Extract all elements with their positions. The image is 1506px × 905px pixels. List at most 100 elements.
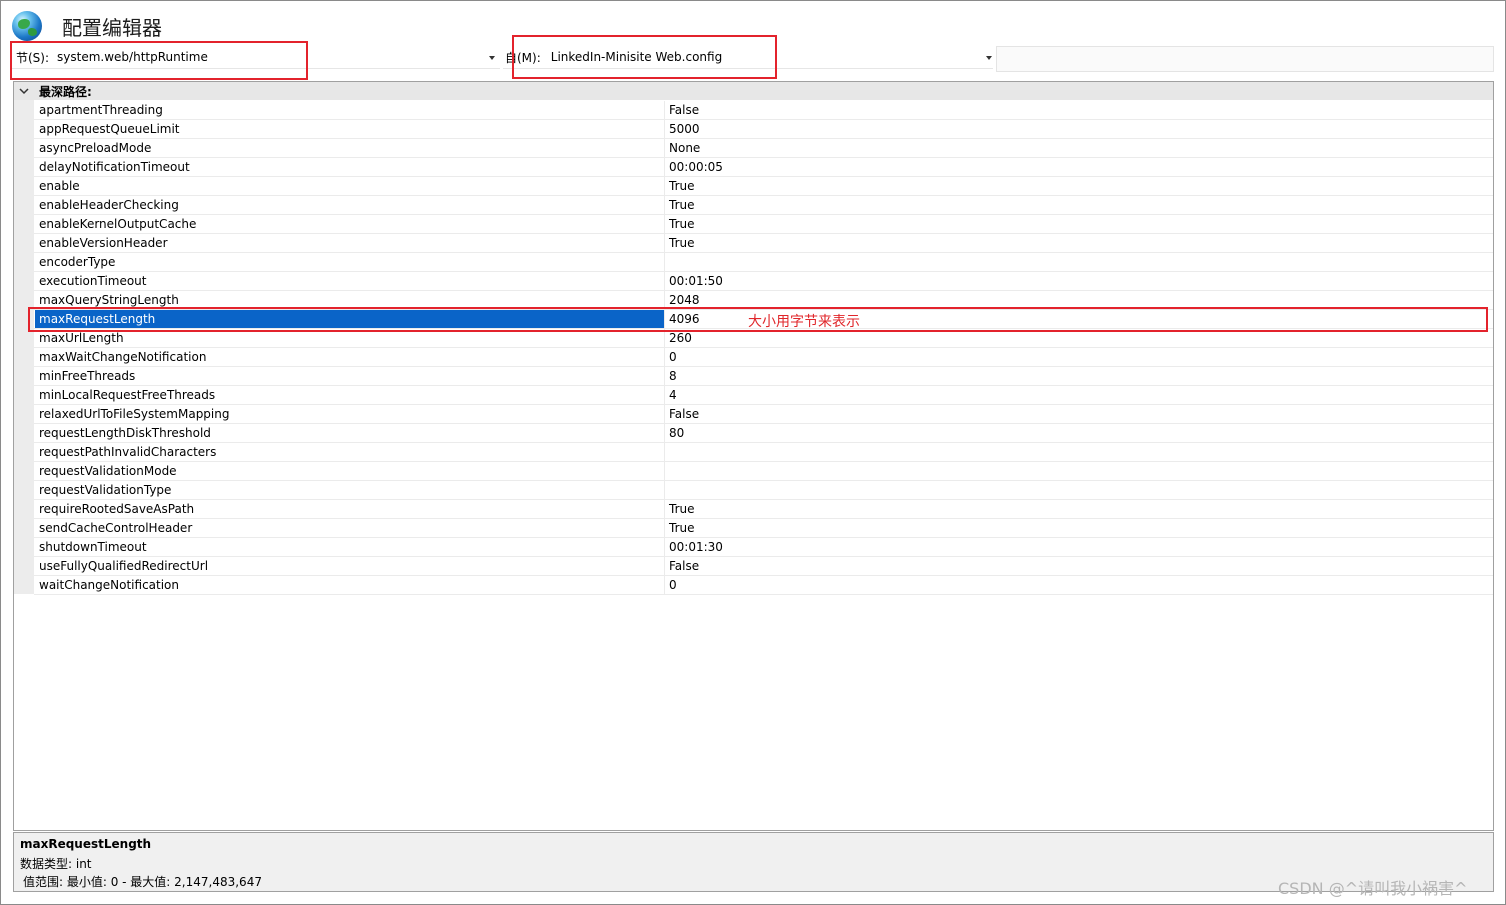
column-separator: [664, 234, 665, 253]
description-title: maxRequestLength: [20, 837, 152, 851]
table-row[interactable]: delayNotificationTimeout 00:00:05: [34, 158, 1493, 177]
highlight-box-from: [512, 35, 777, 79]
property-value[interactable]: None: [669, 141, 700, 155]
property-name: minFreeThreads: [39, 369, 136, 383]
description-data-type: 数据类型: int: [20, 857, 92, 871]
column-separator: [664, 196, 665, 215]
table-row[interactable]: executionTimeout 00:01:50: [34, 272, 1493, 291]
column-separator: [664, 424, 665, 443]
property-value[interactable]: 0: [669, 578, 677, 592]
globe-icon: [12, 11, 42, 41]
column-separator: [664, 443, 665, 462]
property-value[interactable]: True: [669, 521, 695, 535]
table-row[interactable]: sendCacheControlHeader True: [34, 519, 1493, 538]
property-value[interactable]: 4: [669, 388, 677, 402]
property-name: enableHeaderChecking: [39, 198, 179, 212]
column-separator: [664, 386, 665, 405]
group-header-label: 最深路径:: [39, 85, 92, 99]
column-separator: [664, 101, 665, 120]
table-row[interactable]: requireRootedSaveAsPath True: [34, 500, 1493, 519]
table-row[interactable]: requestValidationType: [34, 481, 1493, 500]
property-value[interactable]: 0: [669, 350, 677, 364]
table-row[interactable]: appRequestQueueLimit 5000: [34, 120, 1493, 139]
table-row[interactable]: useFullyQualifiedRedirectUrl False: [34, 557, 1493, 576]
property-name: requestLengthDiskThreshold: [39, 426, 211, 440]
property-name: sendCacheControlHeader: [39, 521, 193, 535]
property-value[interactable]: True: [669, 198, 695, 212]
property-name: requireRootedSaveAsPath: [39, 502, 195, 516]
table-row[interactable]: relaxedUrlToFileSystemMapping False: [34, 405, 1493, 424]
property-name-cell[interactable]: [35, 177, 664, 195]
property-value[interactable]: True: [669, 502, 695, 516]
highlight-box-maxrequestlength: [28, 307, 1488, 332]
table-row[interactable]: shutdownTimeout 00:01:30: [34, 538, 1493, 557]
table-row[interactable]: maxWaitChangeNotification 0: [34, 348, 1493, 367]
column-separator: [664, 500, 665, 519]
property-name: minLocalRequestFreeThreads: [39, 388, 216, 402]
property-value[interactable]: False: [669, 103, 699, 117]
property-name: appRequestQueueLimit: [39, 122, 180, 136]
property-name: asyncPreloadMode: [39, 141, 152, 155]
table-row[interactable]: waitChangeNotification 0: [34, 576, 1493, 595]
property-value[interactable]: False: [669, 407, 699, 421]
property-name: maxQueryStringLength: [39, 293, 179, 307]
column-separator: [664, 519, 665, 538]
property-name: useFullyQualifiedRedirectUrl: [39, 559, 209, 573]
table-row[interactable]: encoderType: [34, 253, 1493, 272]
property-value[interactable]: 00:01:50: [669, 274, 723, 288]
column-separator: [664, 462, 665, 481]
property-name: maxUrlLength: [39, 331, 124, 345]
property-grid[interactable]: 最深路径: apartmentThreading False appRequestQ…: [13, 81, 1494, 831]
property-value[interactable]: 80: [669, 426, 684, 440]
table-row[interactable]: minFreeThreads 8: [34, 367, 1493, 386]
property-value[interactable]: 00:00:05: [669, 160, 723, 174]
property-value[interactable]: 8: [669, 369, 677, 383]
table-row[interactable]: enable True: [34, 177, 1493, 196]
toolbar-empty-area: [996, 46, 1494, 72]
property-name: apartmentThreading: [39, 103, 163, 117]
property-name: executionTimeout: [39, 274, 147, 288]
table-row[interactable]: requestPathInvalidCharacters: [34, 443, 1493, 462]
group-header-deepest-path[interactable]: 最深路径:: [14, 82, 1493, 100]
property-name: requestValidationType: [39, 483, 172, 497]
table-row[interactable]: apartmentThreading False: [34, 101, 1493, 120]
property-value[interactable]: 2048: [669, 293, 700, 307]
description-range: 值范围: 最小值: 0 - 最大值: 2,147,483,647: [23, 875, 262, 889]
column-separator: [664, 576, 665, 595]
table-row[interactable]: requestValidationMode: [34, 462, 1493, 481]
column-separator: [664, 348, 665, 367]
property-name: enable: [39, 179, 80, 193]
property-name: enableKernelOutputCache: [39, 217, 197, 231]
property-value[interactable]: True: [669, 179, 695, 193]
table-row[interactable]: asyncPreloadMode None: [34, 139, 1493, 158]
property-name: maxWaitChangeNotification: [39, 350, 207, 364]
property-value[interactable]: True: [669, 217, 695, 231]
property-value[interactable]: 00:01:30: [669, 540, 723, 554]
property-name: requestValidationMode: [39, 464, 177, 478]
property-name: delayNotificationTimeout: [39, 160, 190, 174]
column-separator: [664, 253, 665, 272]
column-separator: [664, 139, 665, 158]
property-value[interactable]: False: [669, 559, 699, 573]
chevron-down-icon[interactable]: [19, 86, 29, 96]
section-dropdown-arrow-icon[interactable]: [489, 56, 495, 60]
property-value[interactable]: 260: [669, 331, 692, 345]
property-value[interactable]: 5000: [669, 122, 700, 136]
table-row[interactable]: enableVersionHeader True: [34, 234, 1493, 253]
column-separator: [664, 177, 665, 196]
from-dropdown-arrow-icon[interactable]: [986, 56, 992, 60]
column-separator: [664, 120, 665, 139]
page-header: 配置编辑器: [12, 10, 162, 42]
column-separator: [664, 215, 665, 234]
table-row[interactable]: enableKernelOutputCache True: [34, 215, 1493, 234]
property-name: shutdownTimeout: [39, 540, 147, 554]
table-row[interactable]: requestLengthDiskThreshold 80: [34, 424, 1493, 443]
column-separator: [664, 367, 665, 386]
property-value[interactable]: True: [669, 236, 695, 250]
table-row[interactable]: enableHeaderChecking True: [34, 196, 1493, 215]
column-separator: [664, 557, 665, 576]
property-name-cell[interactable]: [35, 253, 664, 271]
column-separator: [664, 538, 665, 557]
table-row[interactable]: minLocalRequestFreeThreads 4: [34, 386, 1493, 405]
property-name: relaxedUrlToFileSystemMapping: [39, 407, 230, 421]
